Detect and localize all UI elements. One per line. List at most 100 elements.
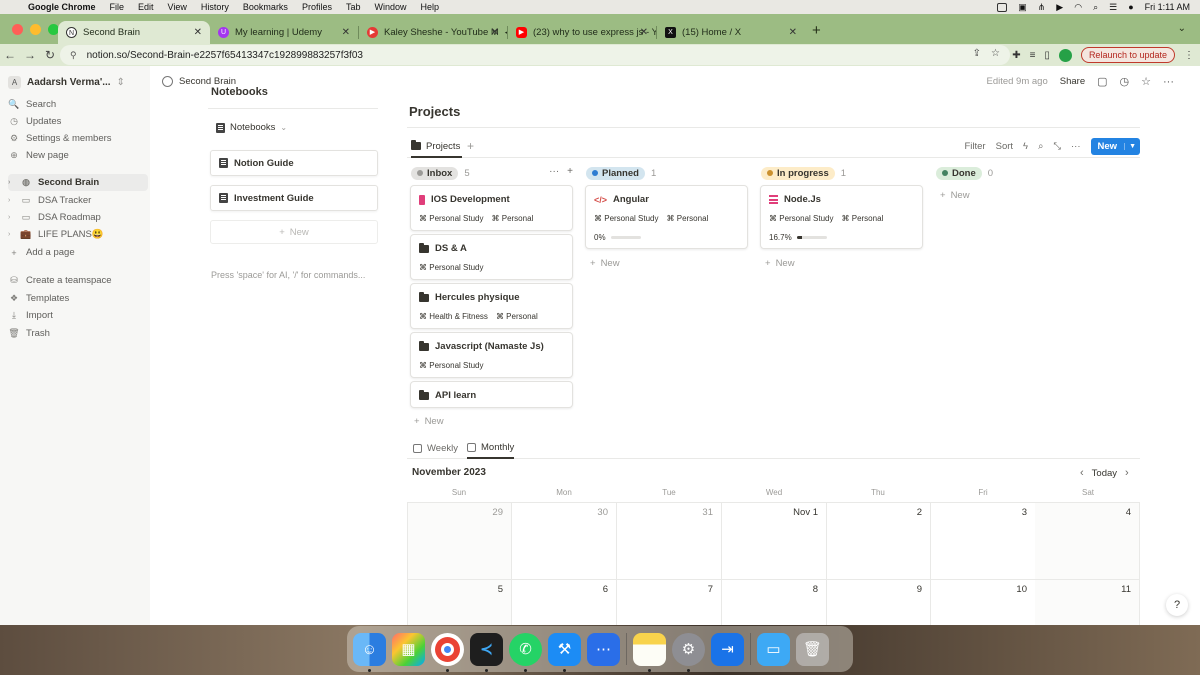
tab-youtube[interactable]: ▶ (23) why to use express js - Y ✕ bbox=[508, 21, 656, 44]
reload-button[interactable]: ↻ bbox=[40, 48, 60, 62]
sidebar-page-dsa-roadmap[interactable]: › ▭ DSA Roadmap bbox=[8, 209, 148, 226]
chevron-left-icon[interactable]: ‹ bbox=[1080, 467, 1084, 479]
done-new-button[interactable]: + New bbox=[940, 190, 970, 201]
sort-button[interactable]: Sort bbox=[996, 141, 1013, 152]
calendar-day-cell[interactable]: 30 bbox=[512, 503, 617, 580]
calendar-day-cell[interactable]: 29 bbox=[407, 503, 512, 580]
sidebar-item-templates[interactable]: ❖ Templates bbox=[8, 290, 148, 307]
freeform-icon[interactable]: ⋯ bbox=[587, 632, 620, 666]
more-options-icon[interactable]: ··· bbox=[1071, 141, 1081, 152]
tab-monthly[interactable]: Monthly bbox=[467, 437, 515, 459]
tab-projects-board[interactable]: Projects bbox=[411, 136, 463, 158]
tab-udemy[interactable]: U My learning | Udemy ✕ bbox=[210, 21, 358, 44]
calendar-day-cell[interactable]: 3 bbox=[931, 503, 1036, 580]
menu-app-name[interactable]: Google Chrome bbox=[28, 2, 96, 12]
more-options-icon[interactable]: ··· bbox=[549, 166, 559, 177]
calendar-day-cell[interactable]: 4 bbox=[1035, 503, 1140, 580]
notes-icon[interactable] bbox=[633, 632, 666, 672]
board-card-nodejs[interactable]: Node.Js Personal Study Personal 16.7% bbox=[760, 185, 923, 249]
siri-icon[interactable]: ● bbox=[1128, 2, 1133, 12]
bookmark-star-icon[interactable]: ☆ bbox=[991, 48, 1000, 59]
clock[interactable]: Fri 1:11 AM bbox=[1145, 2, 1190, 12]
forward-button[interactable]: → bbox=[20, 48, 40, 62]
control-icon[interactable]: ⋔ bbox=[1038, 2, 1046, 13]
sidebar-item-new-page[interactable]: ⊕ New page bbox=[8, 147, 148, 164]
chrome-icon[interactable] bbox=[431, 632, 464, 672]
tab-close-icon[interactable]: ✕ bbox=[194, 27, 202, 38]
editor-placeholder-hint[interactable]: Press 'space' for AI, '/' for commands..… bbox=[211, 270, 365, 280]
screen-mirror-icon[interactable] bbox=[997, 2, 1008, 12]
site-info-icon[interactable]: ⚲ bbox=[70, 50, 77, 61]
search-icon[interactable]: ⌕ bbox=[1038, 141, 1043, 152]
board-card-hercules-physique[interactable]: Hercules physique Health & Fitness Perso… bbox=[410, 283, 573, 329]
back-button[interactable]: ← bbox=[0, 48, 20, 62]
screen-share-icon[interactable]: ⇥ bbox=[711, 632, 744, 666]
control-center-icon[interactable]: ☰ bbox=[1109, 2, 1117, 13]
menu-bookmarks[interactable]: Bookmarks bbox=[243, 2, 288, 12]
chevron-right-icon[interactable]: › bbox=[8, 214, 14, 221]
comments-icon[interactable]: ▢ bbox=[1097, 75, 1107, 88]
calendar-day-cell[interactable]: 31 bbox=[617, 503, 722, 580]
board-card-api-learn[interactable]: API learn bbox=[410, 381, 573, 408]
sidebar-page-second-brain[interactable]: › ◍ Second Brain bbox=[8, 174, 148, 191]
share-button[interactable]: Share bbox=[1060, 76, 1085, 87]
tab-close-icon[interactable]: ✕ bbox=[640, 27, 648, 38]
tab-search-icon[interactable]: ⌄ bbox=[1178, 23, 1186, 34]
history-icon[interactable]: ◷ bbox=[1120, 75, 1130, 88]
side-panel-icon[interactable]: ▯ bbox=[1044, 50, 1050, 61]
plus-icon[interactable]: + bbox=[567, 166, 573, 177]
address-bar[interactable]: ⚲ notion.so/Second-Brain-e2257f65413347c… bbox=[60, 45, 1010, 65]
tab-second-brain[interactable]: N Second Brain ✕ bbox=[58, 21, 210, 44]
new-button-label[interactable]: New bbox=[1091, 141, 1125, 152]
system-settings-icon[interactable]: ⚙ bbox=[672, 632, 705, 672]
add-view-button[interactable]: + bbox=[467, 139, 474, 153]
planned-new-button[interactable]: + New bbox=[590, 258, 620, 269]
notebooks-view-toggle[interactable]: Notebooks ⌄ bbox=[216, 122, 287, 133]
notebook-card-notion-guide[interactable]: Notion Guide bbox=[210, 150, 378, 176]
tab-close-icon[interactable]: ✕ bbox=[789, 27, 797, 38]
tab-weekly[interactable]: Weekly bbox=[413, 437, 458, 459]
tab-close-icon[interactable]: ✕ bbox=[342, 27, 350, 38]
in-progress-new-button[interactable]: + New bbox=[765, 258, 795, 269]
gamepad-icon[interactable]: ▣ bbox=[1018, 2, 1027, 13]
play-icon[interactable]: ▶ bbox=[1056, 2, 1063, 13]
calendar-day-cell[interactable]: Nov 1 bbox=[722, 503, 827, 580]
calendar-day-cell[interactable]: 6 bbox=[512, 580, 617, 625]
chevron-down-icon[interactable]: ▼ bbox=[1124, 143, 1140, 150]
sidebar-item-updates[interactable]: ◷ Updates bbox=[8, 113, 148, 130]
automation-lightning-icon[interactable]: ϟ bbox=[1023, 141, 1028, 152]
menu-tab[interactable]: Tab bbox=[346, 2, 361, 12]
tab-x[interactable]: X (15) Home / X ✕ bbox=[657, 21, 805, 44]
calendar-day-cell[interactable]: 7 bbox=[617, 580, 722, 625]
notebook-new-button[interactable]: + New bbox=[210, 220, 378, 244]
sidebar-item-trash[interactable]: 🗑 Trash bbox=[8, 325, 148, 342]
sidebar-item-create-teamspace[interactable]: ⛁ Create a teamspace bbox=[8, 272, 148, 289]
wifi-icon[interactable]: ◠ bbox=[1074, 2, 1082, 13]
more-menu-icon[interactable]: ⋮ bbox=[1184, 50, 1194, 61]
minimize-window-button[interactable] bbox=[30, 24, 41, 35]
status-badge-planned[interactable]: Planned bbox=[586, 166, 645, 180]
menu-edit[interactable]: Edit bbox=[138, 2, 154, 12]
profile-avatar[interactable] bbox=[1058, 48, 1072, 62]
tab-close-icon[interactable]: ✕ bbox=[491, 27, 499, 38]
calendar-day-cell[interactable]: 11 bbox=[1035, 580, 1140, 625]
sidebar-page-dsa-tracker[interactable]: › ▭ DSA Tracker bbox=[8, 192, 148, 209]
media-icon[interactable]: ≡ bbox=[1030, 50, 1036, 61]
sidebar-page-life-plans[interactable]: › 💼 LIFE PLANS😃 bbox=[8, 226, 148, 243]
more-options-icon[interactable]: ··· bbox=[1163, 76, 1174, 88]
xcode-icon[interactable]: ⚒ bbox=[548, 632, 581, 672]
vscode-icon[interactable]: ≺ bbox=[470, 632, 503, 672]
calendar-day-cell[interactable]: 10 bbox=[931, 580, 1036, 625]
menu-file[interactable]: File bbox=[110, 2, 125, 12]
board-card-ios-development[interactable]: IOS Development Personal Study Personal bbox=[410, 185, 573, 231]
search-icon[interactable]: ⌕ bbox=[1093, 2, 1098, 13]
menu-window[interactable]: Window bbox=[374, 2, 406, 12]
expand-icon[interactable]: ⤡ bbox=[1053, 141, 1061, 152]
new-record-button[interactable]: New ▼ bbox=[1090, 138, 1140, 155]
relaunch-button[interactable]: Relaunch to update bbox=[1080, 47, 1175, 63]
menu-history[interactable]: History bbox=[201, 2, 229, 12]
inbox-new-button[interactable]: + New bbox=[414, 416, 444, 427]
status-badge-in-progress[interactable]: In progress bbox=[761, 166, 835, 180]
status-badge-inbox[interactable]: Inbox bbox=[411, 166, 459, 180]
workspace-switcher[interactable]: A Aadarsh Verma'... ⇕ bbox=[8, 76, 125, 89]
